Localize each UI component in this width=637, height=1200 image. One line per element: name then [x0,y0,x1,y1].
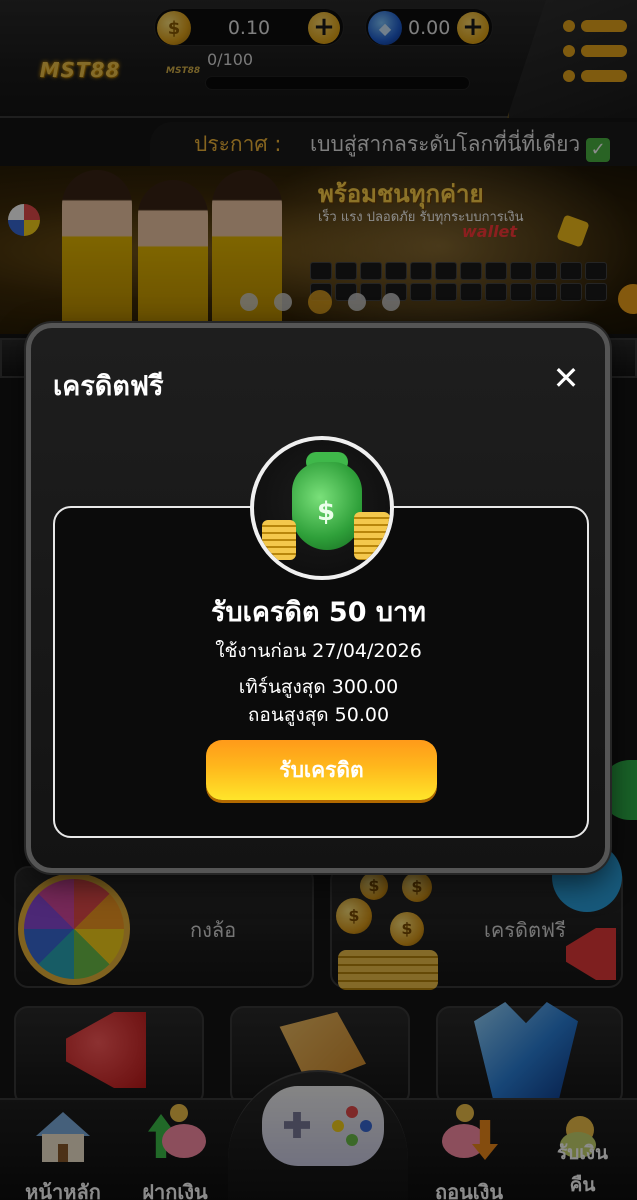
reward-max-withdraw: ถอนสูงสุด 50.00 [247,704,390,726]
reward-expire-date: ใช้งานก่อน 27/04/2026 [215,640,422,662]
money-bag-badge: $ [250,436,394,580]
close-icon[interactable]: ✕ [551,362,581,394]
reward-max-turnover: เทิร์นสูงสุด 300.00 [238,676,399,698]
modal-title: เครดิตฟรี [53,371,164,402]
claim-credit-button[interactable]: รับเครดิต [206,740,437,800]
reward-title: รับเครดิต 50 บาท [211,597,426,628]
coin-stack-icon [354,512,390,560]
coin-stack-icon [262,520,296,560]
dollar-sign-icon: $ [316,497,336,527]
